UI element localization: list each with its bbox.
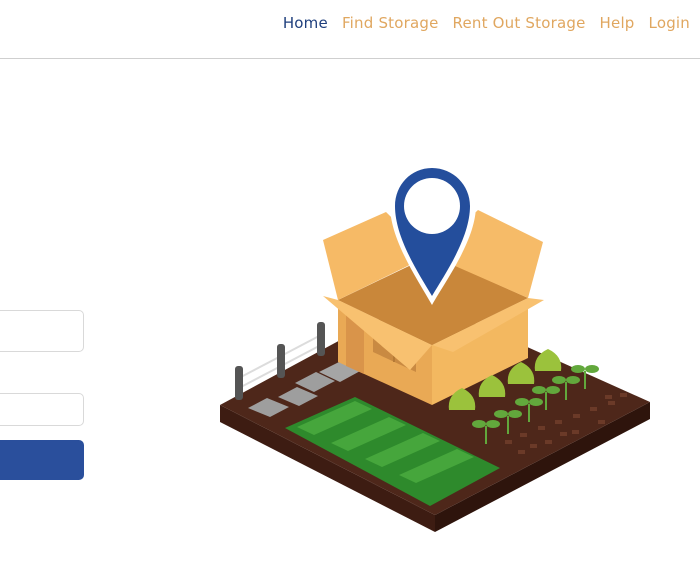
nav-link-help[interactable]: Help	[600, 14, 635, 32]
main-nav: Home Find Storage Rent Out Storage Help …	[283, 14, 690, 32]
fence-post	[277, 344, 285, 378]
nav-link-home[interactable]: Home	[283, 14, 328, 32]
fence-post	[317, 322, 325, 356]
nav-link-login[interactable]: Login	[649, 14, 690, 32]
top-navigation-bar: Home Find Storage Rent Out Storage Help …	[0, 0, 700, 59]
text-input-1[interactable]	[0, 311, 83, 351]
text-input-2[interactable]	[0, 394, 83, 425]
form-field-1[interactable]	[0, 310, 84, 352]
fence-post	[235, 366, 243, 400]
form-field-2[interactable]	[0, 393, 84, 426]
storage-box-location-illustration	[220, 162, 650, 532]
nav-link-rent-out-storage[interactable]: Rent Out Storage	[453, 14, 586, 32]
submit-button[interactable]	[0, 440, 84, 480]
nav-link-find-storage[interactable]: Find Storage	[342, 14, 439, 32]
